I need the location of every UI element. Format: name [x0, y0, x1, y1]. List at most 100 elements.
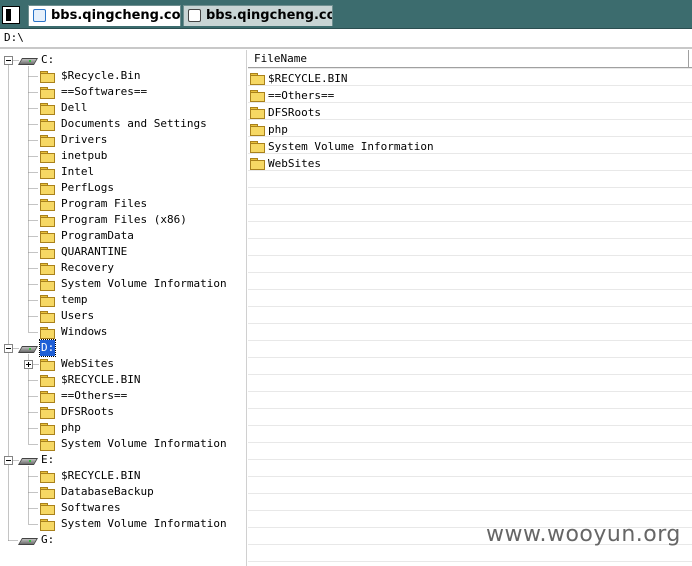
tree-folder-label: $Recycle.Bin [61, 69, 141, 82]
folder-icon [250, 124, 265, 136]
tree-folder-label: Documents and Settings [61, 117, 207, 130]
tree-folder-label: ==Others== [61, 389, 128, 402]
tree-folder-label: Dell [61, 101, 88, 114]
tree-folder-label: $RECYCLE.BIN [61, 373, 141, 386]
tab-active[interactable]: bbs.qingcheng.co: [28, 5, 181, 26]
folder-icon [40, 215, 55, 227]
folder-icon [40, 199, 55, 211]
tree-folder-label: QUARANTINE [61, 245, 128, 258]
address-path: D:\ [4, 31, 24, 44]
folder-icon [250, 141, 265, 153]
folder-icon [40, 471, 55, 483]
folder-icon [40, 247, 55, 259]
file-list-label: $RECYCLE.BIN [268, 72, 348, 85]
tree-folder-label: Program Files (x86) [61, 213, 187, 226]
drive-icon [20, 536, 36, 545]
folder-icon [40, 519, 55, 531]
folder-icon [40, 231, 55, 243]
folder-icon [250, 73, 265, 85]
folder-icon [40, 87, 55, 99]
tab-bar: bbs.qingcheng.co: bbs.qingcheng.co: [0, 0, 692, 29]
folder-icon [40, 327, 55, 339]
folder-icon [40, 71, 55, 83]
file-list[interactable]: FileName $RECYCLE.BIN ==Others== DFSRoots p… [248, 50, 692, 566]
folder-icon [40, 375, 55, 387]
folder-icon [40, 167, 55, 179]
address-bar[interactable]: D:\ [0, 29, 692, 49]
file-list-header: FileName [248, 50, 692, 68]
folder-icon [40, 487, 55, 499]
folder-icon [250, 107, 265, 119]
column-header-filename[interactable]: FileName [254, 52, 307, 65]
tree-folder-label: Intel [61, 165, 95, 178]
folder-tree[interactable]: C: $Recycle.Bin ==Softwares== Dell Documents… [0, 50, 247, 566]
file-list-row[interactable]: DFSRoots [250, 104, 690, 121]
tree-folder-label: ==Softwares== [61, 85, 148, 98]
file-list-row[interactable]: WebSites [250, 155, 690, 172]
tree-drive-label: E: [41, 453, 55, 466]
file-list-label: php [268, 123, 288, 136]
column-divider[interactable] [688, 50, 691, 67]
folder-icon [250, 158, 265, 170]
folder-icon [40, 183, 55, 195]
tree-folder-label: System Volume Information [61, 517, 227, 530]
tree-folder-label: temp [61, 293, 88, 306]
tree-folder-label: PerfLogs [61, 181, 114, 194]
drive-icon [20, 344, 36, 353]
folder-icon [40, 119, 55, 131]
folder-icon [40, 311, 55, 323]
collapse-icon[interactable] [4, 56, 13, 65]
folder-icon [40, 279, 55, 291]
folder-icon [40, 135, 55, 147]
file-list-label: WebSites [268, 157, 321, 170]
tab-inactive[interactable]: bbs.qingcheng.co: [183, 5, 333, 26]
tree-folder-label: Windows [61, 325, 108, 338]
watermark: www.wooyun.org [486, 522, 681, 547]
tree-folder-label: Drivers [61, 133, 108, 146]
folder-icon [40, 103, 55, 115]
tree-folder-label: Users [61, 309, 95, 322]
tree-folder-label: $RECYCLE.BIN [61, 469, 141, 482]
drive-icon [20, 456, 36, 465]
tab-inactive-label: bbs.qingcheng.co: [206, 8, 333, 23]
tree-folder-label: DatabaseBackup [61, 485, 154, 498]
drive-icon [20, 56, 36, 65]
tab-active-label: bbs.qingcheng.co: [51, 8, 181, 23]
file-list-row[interactable]: ==Others== [250, 87, 690, 104]
tree-folder-label: inetpub [61, 149, 108, 162]
folder-icon [40, 391, 55, 403]
file-list-label: ==Others== [268, 89, 335, 102]
folder-icon [40, 295, 55, 307]
tree-folder-label: System Volume Information [61, 437, 227, 450]
window-menu-icon[interactable] [2, 6, 20, 24]
folder-icon [250, 90, 265, 102]
file-list-row[interactable]: $RECYCLE.BIN [250, 70, 690, 87]
tree-folder-label: php [61, 421, 81, 434]
file-list-label: System Volume Information [268, 140, 434, 153]
tree-folder-label: Recovery [61, 261, 114, 274]
tree-folder-label: WebSites [61, 357, 114, 370]
tree-folder-label: System Volume Information [61, 277, 227, 290]
file-list-row[interactable]: System Volume Information [250, 138, 690, 155]
collapse-icon[interactable] [4, 456, 13, 465]
tree-drive-label: C: [41, 53, 55, 66]
folder-icon [40, 439, 55, 451]
folder-icon [40, 359, 55, 371]
file-list-row[interactable]: php [250, 121, 690, 138]
tree-folder-label: Program Files [61, 197, 148, 210]
folder-icon [40, 407, 55, 419]
tree-folder-label: DFSRoots [61, 405, 114, 418]
tree-folder-label: Softwares [61, 501, 121, 514]
tree-folder-label: ProgramData [61, 229, 134, 242]
folder-icon [40, 263, 55, 275]
collapse-icon[interactable] [4, 344, 13, 353]
folder-icon [40, 423, 55, 435]
expand-icon[interactable] [24, 360, 33, 369]
page-icon [33, 9, 46, 22]
folder-icon [40, 151, 55, 163]
tree-drive-label: G: [41, 533, 55, 546]
tree-drive-label: D: [38, 339, 57, 357]
page-icon [188, 9, 201, 22]
file-list-label: DFSRoots [268, 106, 321, 119]
folder-icon [40, 503, 55, 515]
